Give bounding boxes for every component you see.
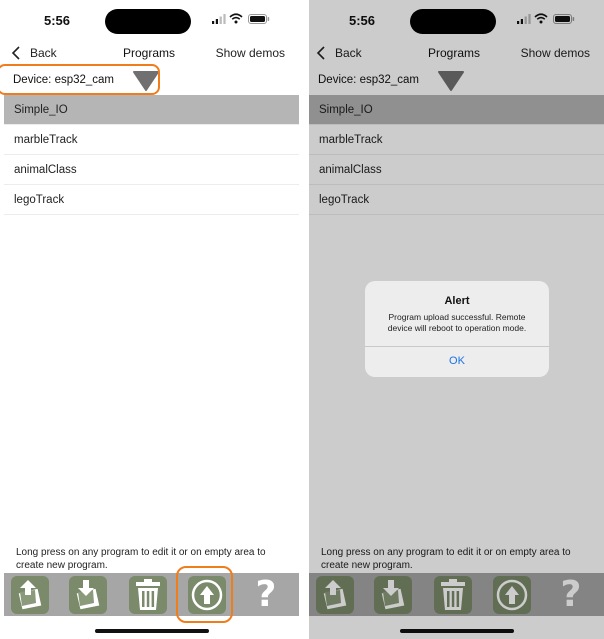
download-from-file-icon xyxy=(75,580,101,611)
alert-ok-button[interactable]: OK xyxy=(365,355,549,367)
program-row-marbletrack[interactable]: marbleTrack xyxy=(4,125,299,155)
home-indicator xyxy=(95,629,209,633)
chevron-left-icon xyxy=(10,45,26,61)
phone-screen-before-upload: 5:56 Back Programs Show demos Device: es… xyxy=(4,0,299,639)
program-name: animalClass xyxy=(14,163,77,176)
program-row-animalclass[interactable]: animalClass xyxy=(4,155,299,185)
upload-button-highlight xyxy=(176,566,233,623)
alert-divider xyxy=(365,346,549,347)
delete-program-button[interactable] xyxy=(129,576,167,614)
page-title: Programs xyxy=(122,46,175,60)
status-time: 5:56 xyxy=(43,13,71,28)
upload-to-file-button[interactable] xyxy=(11,576,49,614)
alert-title: Alert xyxy=(444,295,470,307)
download-from-file-button[interactable] xyxy=(69,576,107,614)
program-row-legotrack[interactable]: legoTrack xyxy=(4,185,299,215)
wifi-icon xyxy=(229,13,243,24)
hint-text: Long press on any program to edit it or … xyxy=(16,547,266,571)
status-bar: 5:56 xyxy=(4,0,299,42)
alert-message: Program upload successful. Remote device… xyxy=(387,312,527,333)
back-button[interactable]: Back xyxy=(10,44,57,62)
phone-screen-after-upload: 5:56 Back Programs Show demos Device: es… xyxy=(309,0,604,639)
program-name: Simple_IO xyxy=(14,103,68,116)
alert-dialog: Alert Program upload successful. Remote … xyxy=(365,281,549,377)
device-selector-highlight xyxy=(0,64,160,95)
program-list: Simple_IO marbleTrack animalClass legoTr… xyxy=(4,95,299,215)
program-name: marbleTrack xyxy=(14,133,78,146)
show-demos-button[interactable]: Show demos xyxy=(216,46,285,60)
help-icon: ? xyxy=(255,574,277,615)
bottom-toolbar: ? xyxy=(4,573,299,616)
navigation-bar: Back Programs Show demos xyxy=(4,42,299,64)
cellular-signal-icon xyxy=(212,14,226,24)
trash-icon xyxy=(136,579,160,610)
help-button[interactable]: ? xyxy=(247,576,285,614)
program-row-simple-io[interactable]: Simple_IO xyxy=(4,95,299,125)
battery-icon xyxy=(248,14,270,24)
back-label: Back xyxy=(30,46,57,60)
upload-to-file-icon xyxy=(17,580,43,611)
program-name: legoTrack xyxy=(14,193,65,206)
dynamic-island xyxy=(105,9,191,34)
